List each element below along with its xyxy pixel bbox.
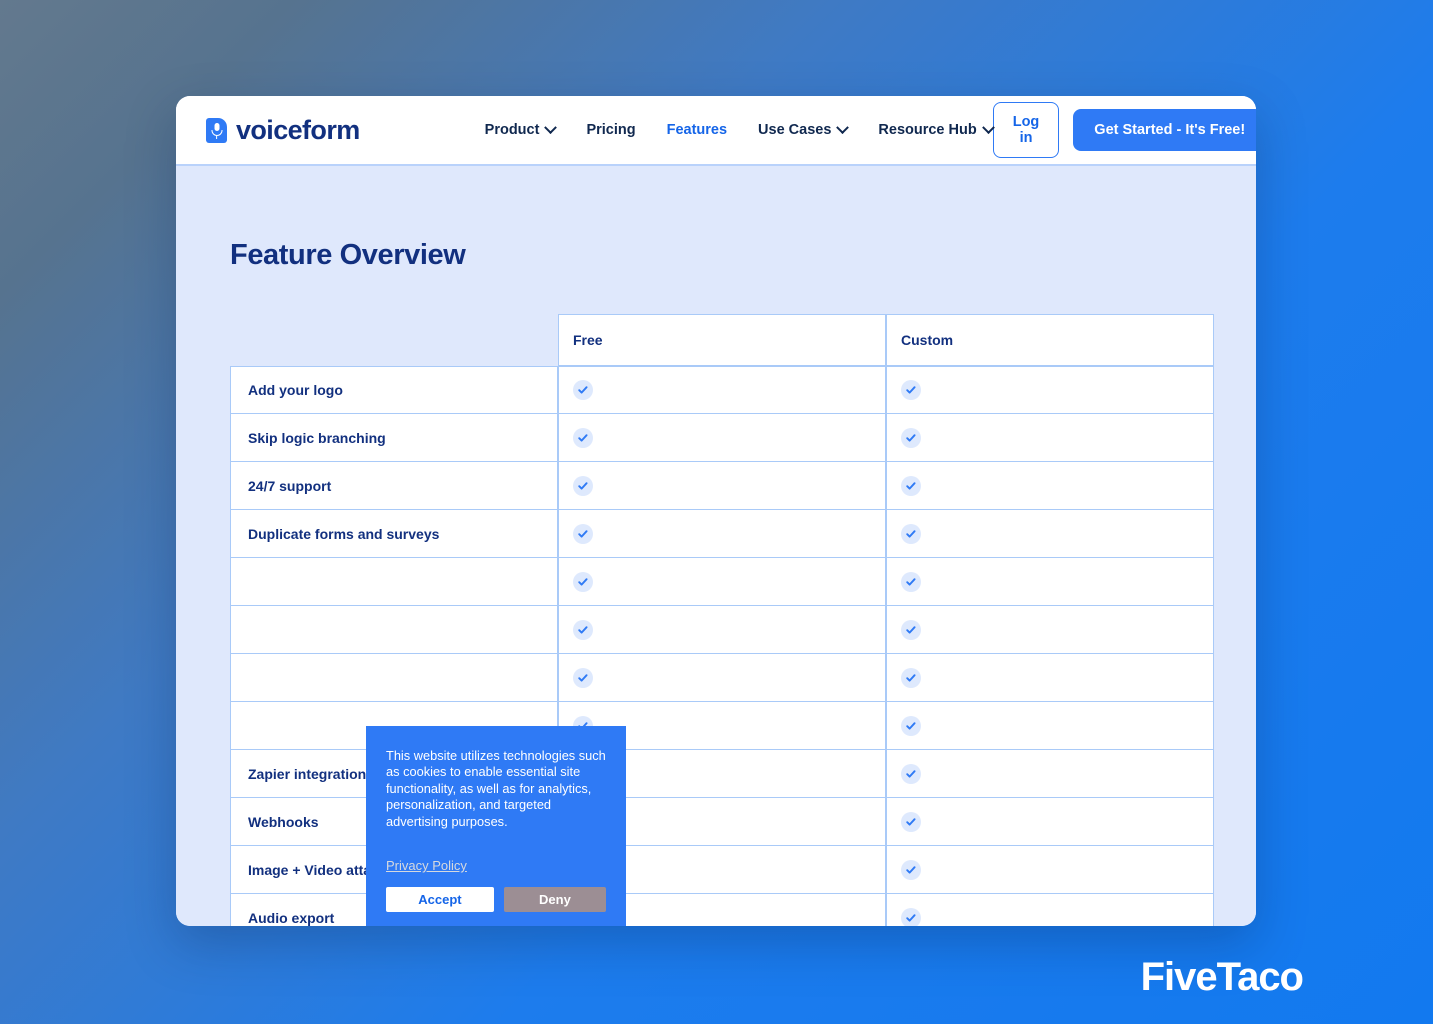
table-cell-custom [886,366,1214,414]
table-row[interactable] [230,558,1214,606]
table-cell-custom [886,606,1214,654]
table-cell-feature: 24/7 support [230,462,558,510]
check-circle-icon-custom [901,523,921,544]
page-title: Feature Overview [230,239,466,271]
check-circle-icon-free [573,475,593,496]
check-circle-icon-custom [901,475,921,496]
table-cell-free [558,510,886,558]
check-circle-icon-custom [901,571,921,592]
table-row[interactable]: Skip logic branching [230,414,1214,462]
nav-item-product-label: Product [484,122,540,138]
feature-name: Audio export [248,909,335,926]
nav-item-pricing-label: Pricing [586,122,636,138]
feature-name: Duplicate forms and surveys [248,525,440,542]
table-cell-custom [886,414,1214,462]
nav-item-product[interactable]: Product [484,120,558,138]
table-row[interactable]: 24/7 support [230,462,1214,510]
table-cell-custom [886,894,1214,926]
table-cell-free [558,606,886,654]
primary-nav: Product Pricing Features Use Cases Resou… [484,120,995,138]
nav-item-resource-hub-label: Resource Hub [878,122,977,138]
cookie-consent-actions: Accept Deny [386,887,606,913]
feature-name: Zapier integrations [248,765,375,782]
table-cell-free [558,462,886,510]
check-circle-icon-free [573,523,593,544]
brand-logo[interactable]: voiceform [206,115,360,146]
nav-item-use-cases-label: Use Cases [758,122,832,138]
nav-item-use-cases[interactable]: Use Cases [758,120,850,138]
page-body: Feature Overview Free Custom Add your lo… [176,166,1256,926]
table-cell-free [558,558,886,606]
nav-actions: Log in Get Started - It's Free! [992,102,1256,158]
table-cell-free [558,654,886,702]
brand-logo-text: voiceform [236,114,360,145]
table-header-cell-custom: Custom [886,314,1214,366]
nav-item-features-label: Features [666,122,728,138]
chevron-down-icon [836,120,850,134]
cookie-consent-banner: This website utilizes technologies such … [366,726,626,926]
table-cell-custom [886,654,1214,702]
fivetaco-watermark: FiveTaco [1140,955,1304,999]
get-started-button[interactable]: Get Started - It's Free! [1073,109,1256,151]
table-cell-custom [886,750,1214,798]
nav-item-resource-hub[interactable]: Resource Hub [878,120,995,138]
column-header-free: Free [573,332,603,348]
check-circle-icon-custom [901,715,921,736]
table-header-cell-feature [230,314,558,366]
check-circle-icon-custom [901,811,921,832]
check-circle-icon-custom [901,619,921,640]
table-cell-feature: Skip logic branching [230,414,558,462]
table-cell-feature: Add your logo [230,366,558,414]
table-cell-free [558,414,886,462]
feature-name: Skip logic branching [248,429,386,446]
check-circle-icon-custom [901,907,921,926]
site-navbar: voiceform Product Pricing Features Use C… [176,96,1256,166]
nav-item-features[interactable]: Features [667,122,727,138]
nav-item-pricing[interactable]: Pricing [586,122,635,138]
table-row[interactable] [230,606,1214,654]
check-circle-icon-custom [901,667,921,688]
table-row[interactable]: Add your logo [230,366,1214,414]
column-header-custom: Custom [901,332,954,348]
check-circle-icon-free [573,619,593,640]
table-cell-free [558,366,886,414]
table-cell-custom [886,798,1214,846]
browser-page-card: voiceform Product Pricing Features Use C… [176,96,1256,926]
microphone-document-icon [206,117,227,143]
chevron-down-icon [544,120,558,134]
table-cell-feature [230,606,558,654]
table-row[interactable] [230,654,1214,702]
table-cell-custom [886,510,1214,558]
check-circle-icon-custom [901,763,921,784]
check-circle-icon-free [573,667,593,688]
cookie-consent-message: This website utilizes technologies such … [386,748,606,829]
login-button[interactable]: Log in [992,102,1060,158]
check-circle-icon-custom [901,380,921,400]
check-circle-icon-free [573,571,593,592]
table-row[interactable]: Duplicate forms and surveys [230,510,1214,558]
feature-name: Add your logo [248,382,343,398]
feature-name: 24/7 support [248,477,332,494]
table-header-cell-free: Free [558,314,886,366]
table-header-row: Free Custom [230,314,1214,366]
table-cell-feature: Duplicate forms and surveys [230,510,558,558]
table-cell-custom [886,462,1214,510]
privacy-policy-link[interactable]: Privacy Policy [386,858,467,873]
accept-cookies-button[interactable]: Accept [386,887,494,913]
check-circle-icon-custom [901,427,921,448]
table-cell-custom [886,846,1214,894]
table-cell-custom [886,558,1214,606]
table-cell-feature [230,654,558,702]
deny-cookies-button[interactable]: Deny [503,887,606,913]
check-circle-icon-custom [901,859,921,880]
table-cell-feature [230,558,558,606]
check-circle-icon-free [573,380,593,400]
check-circle-icon-free [573,427,593,448]
feature-name: Webhooks [248,813,319,830]
table-cell-custom [886,702,1214,750]
